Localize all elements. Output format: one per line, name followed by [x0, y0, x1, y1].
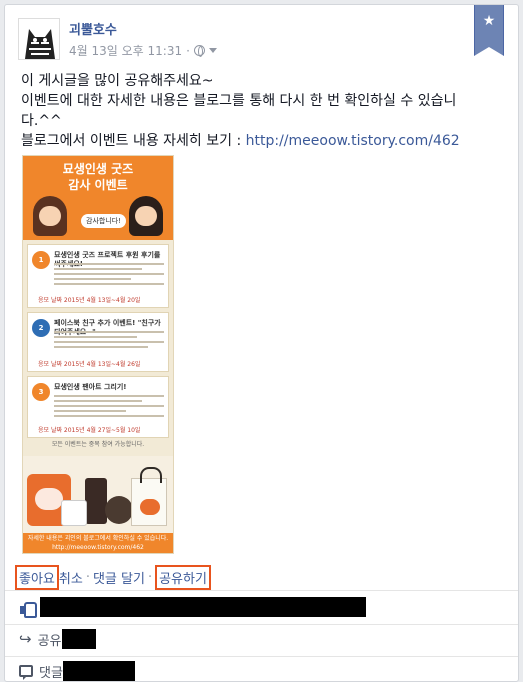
poster-footer-text: 자세한 내용은 괴인의 블로그에서 확인하실 수 있습니다.	[27, 535, 169, 542]
event-poster-image[interactable]: 묘생인생 굿즈 감사 이벤트 감사합니다! 1 묘생인생 굿즈 프로젝트 후원 …	[22, 155, 174, 554]
shares-row[interactable]: ↪ 공유	[19, 629, 508, 649]
mug-icon	[61, 500, 87, 526]
star-icon: ★	[482, 13, 496, 29]
goods-illustration	[23, 456, 173, 536]
pouch-icon	[105, 496, 133, 524]
redacted-likes	[40, 597, 366, 617]
section-badge: 3	[32, 383, 50, 401]
poster-title: 묘생인생 굿즈	[62, 162, 134, 176]
divider	[5, 590, 518, 591]
poster-footer-url: http://meeoow.tistory.com/462	[52, 544, 144, 551]
section-badge: 2	[32, 319, 50, 337]
post-line: 다.^^	[21, 113, 62, 129]
divider	[5, 656, 518, 657]
post-body: 이 게시글을 많이 공유해주세요~ 이벤트에 대한 자세한 내용은 블로그를 통…	[21, 71, 511, 151]
poster-header: 묘생인생 굿즈 감사 이벤트 감사합니다!	[23, 156, 173, 240]
redacted-comment-count	[62, 661, 135, 681]
avatar[interactable]	[18, 18, 60, 60]
comments-label: 댓글	[39, 665, 63, 681]
author-name[interactable]: 괴뿔호수	[69, 19, 117, 38]
bookmark-ribbon[interactable]: ★	[474, 5, 504, 56]
globe-icon[interactable]	[193, 45, 205, 57]
link-prefix: 블로그에서 이벤트 내용 자세히 보기 :	[21, 133, 246, 149]
post-actions: 좋아요 취소 · 댓글 달기 · 공유하기	[15, 564, 211, 590]
poster-note: 모든 이벤트는 중복 참여 가능합니다.	[51, 441, 145, 448]
poster-bubble: 감사합니다!	[81, 214, 127, 228]
cancel-link[interactable]: 취소	[59, 568, 83, 587]
poster-footer: 자세한 내용은 괴인의 블로그에서 확인하실 수 있습니다. http://me…	[23, 533, 173, 553]
post-line-link: 블로그에서 이벤트 내용 자세히 보기 : http://meeoow.tist…	[21, 131, 511, 151]
boy-character-icon	[33, 196, 67, 236]
share-arrow-icon: ↪	[19, 629, 32, 648]
section-date: 응모 날짜 2015년 4월 13일~4월 20일	[38, 297, 141, 304]
likes-row[interactable]	[19, 597, 508, 618]
poster-section: 1 묘생인생 굿즈 프로젝트 후원 후기를 써주세요! 응모 날짜 2015년 …	[27, 244, 169, 308]
tote-bag-icon	[131, 467, 167, 526]
girl-character-icon	[129, 196, 163, 236]
action-separator: ·	[147, 569, 153, 585]
comments-row[interactable]: 댓글	[19, 661, 508, 681]
shares-label: 공유	[37, 633, 62, 649]
comment-bubble-icon	[19, 665, 33, 680]
comment-button[interactable]: 댓글 달기	[93, 568, 145, 587]
thumbs-up-icon	[19, 600, 37, 618]
post-line: 이 게시글을 많이 공유해주세요~	[21, 73, 214, 89]
section-date: 응모 날짜 2015년 4월 27일~5월 10일	[38, 427, 141, 434]
like-button[interactable]: 좋아요	[15, 564, 59, 590]
divider	[5, 624, 518, 625]
section-title: 묘생인생 팬아트 그리기!	[54, 383, 127, 391]
poster-section: 3 묘생인생 팬아트 그리기! 응모 날짜 2015년 4월 27일~5월 10…	[27, 376, 169, 438]
section-badge: 1	[32, 251, 50, 269]
blog-link[interactable]: http://meeoow.tistory.com/462	[246, 133, 460, 149]
section-date: 응모 날짜 2015년 4월 13일~4월 26일	[38, 361, 141, 368]
post-meta: 4월 13일 오후 11:31 ·	[69, 42, 217, 59]
meta-separator: ·	[186, 43, 190, 58]
post-card: 괴뿔호수 4월 13일 오후 11:31 · ★ 이 게시글을 많이 공유해주세…	[4, 4, 519, 682]
redacted-share-count	[61, 629, 96, 649]
poster-subtitle: 감사 이벤트	[68, 178, 128, 192]
post-line: 이벤트에 대한 자세한 내용은 블로그를 통해 다시 한 번 확인하실 수 있습…	[21, 93, 457, 109]
action-separator: ·	[85, 569, 90, 585]
cat-avatar-icon	[19, 19, 59, 59]
poster-section: 2 페이스북 친구 추가 이벤트! "친구가 되어주세요~" 응모 날짜 201…	[27, 312, 169, 372]
chevron-down-icon[interactable]	[208, 48, 217, 53]
phone-case-icon	[85, 478, 107, 524]
share-button[interactable]: 공유하기	[155, 564, 211, 590]
timestamp[interactable]: 4월 13일 오후 11:31	[69, 42, 182, 59]
